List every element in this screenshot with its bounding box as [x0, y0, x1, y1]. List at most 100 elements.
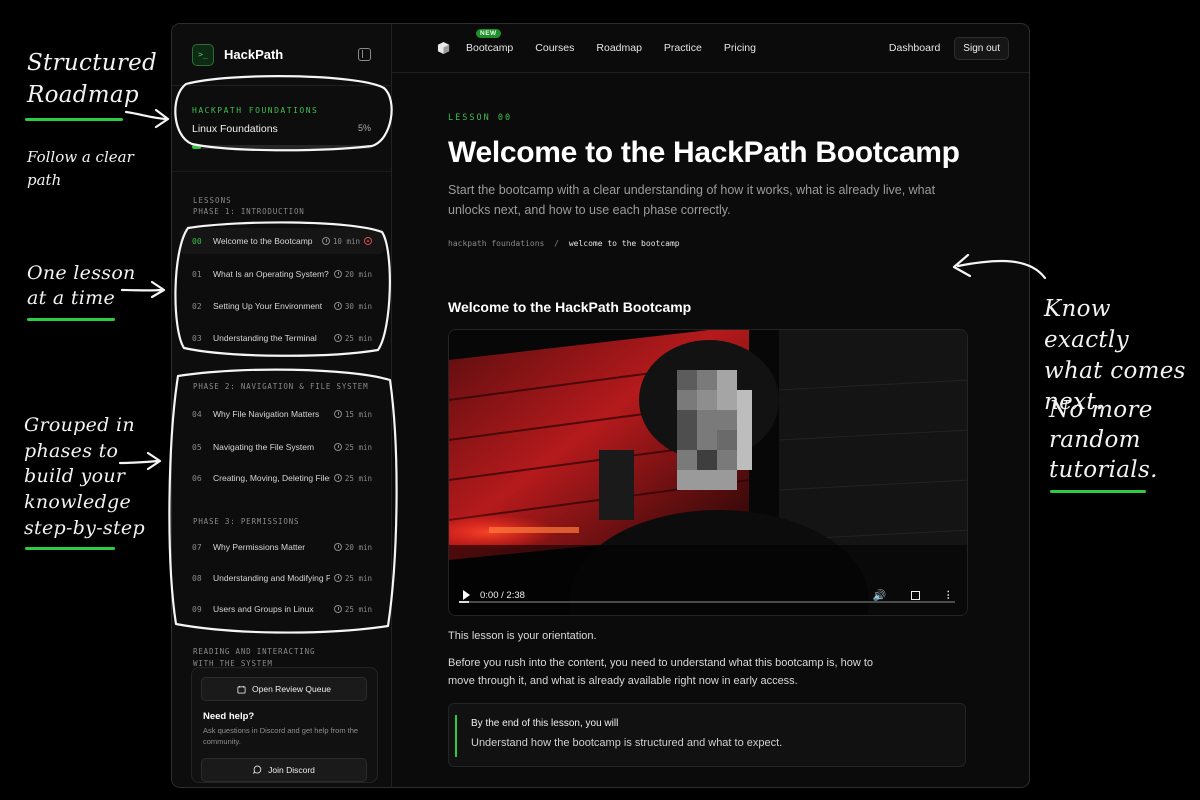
course-kicker: HACKPATH FOUNDATIONS	[192, 106, 319, 115]
in-progress-icon	[364, 237, 372, 245]
help-text: Ask questions in Discord and get help fr…	[203, 726, 359, 746]
nav-pricing[interactable]: Pricing	[724, 42, 756, 54]
clock-icon	[321, 237, 330, 245]
lesson-duration: 25 min	[333, 333, 372, 343]
lesson-item-02[interactable]: 02 Setting Up Your Environment 30 min	[180, 293, 384, 319]
video-player[interactable]: 0:00 / 2:38 🔊 ⋮	[448, 329, 968, 616]
annotation-structured-roadmap: Structured Roadmap	[27, 50, 157, 109]
sign-out-button[interactable]: Sign out	[954, 36, 1009, 60]
lesson-duration-text: 10 min	[332, 236, 360, 246]
annotation-line: Structured	[27, 50, 158, 76]
lesson-item-09[interactable]: 09 Users and Groups in Linux 25 min	[180, 596, 384, 622]
nav-dashboard[interactable]: Dashboard	[889, 42, 940, 54]
lesson-duration-text: 25 min	[344, 333, 372, 343]
brand-name: HackPath	[224, 47, 284, 62]
lesson-title: Users and Groups in Linux	[213, 604, 314, 614]
lesson-item-08[interactable]: 08 Understanding and Modifying Permissio…	[180, 565, 384, 591]
lesson-number: 06	[192, 473, 202, 483]
nav-practice[interactable]: Practice	[664, 42, 702, 54]
clock-icon	[333, 334, 342, 342]
lesson-number: 03	[192, 333, 202, 343]
annotation-line: No more	[1049, 397, 1153, 423]
outcome-title: By the end of this lesson, you will	[471, 718, 619, 729]
lesson-number: 00	[192, 236, 202, 246]
annotation-line: Grouped in	[24, 414, 135, 436]
video-progress-bar[interactable]	[459, 601, 955, 603]
course-name: Linux Foundations	[192, 123, 278, 135]
lesson-title: What Is an Operating System?	[213, 269, 329, 279]
clock-icon	[333, 605, 342, 613]
sidebar-toggle-icon[interactable]	[358, 48, 371, 61]
annotation-line: phases to	[24, 439, 119, 462]
clock-icon	[333, 574, 342, 582]
lesson-number: 01	[192, 269, 202, 279]
lesson-duration: 20 min	[333, 269, 372, 279]
lesson-item-04[interactable]: 04 Why File Navigation Matters 15 min	[180, 401, 384, 427]
top-nav: Bootcamp NEW Courses Roadmap Practice Pri…	[392, 24, 1029, 73]
new-badge: NEW	[476, 29, 501, 38]
lesson-duration-text: 20 min	[344, 269, 372, 279]
lesson-number: 05	[192, 442, 202, 452]
lesson-duration-text: 15 min	[344, 409, 372, 419]
lesson-title: Navigating the File System	[213, 442, 315, 452]
fullscreen-icon[interactable]	[910, 590, 920, 600]
annotation-line: what comes	[1044, 358, 1186, 385]
play-icon[interactable]	[463, 590, 470, 600]
lesson-item-00[interactable]: 00 Welcome to the Bootcamp 10 min	[180, 228, 384, 254]
nav-roadmap[interactable]: Roadmap	[596, 42, 642, 54]
lesson-outcome-callout: By the end of this lesson, you will Unde…	[448, 703, 966, 767]
breadcrumb-parent[interactable]: hackpath foundations	[448, 239, 544, 248]
nav-bootcamp[interactable]: Bootcamp NEW	[466, 29, 514, 54]
clock-icon	[333, 543, 342, 551]
arrow-roadmap	[124, 108, 170, 129]
lessons-heading: LESSONS	[193, 196, 232, 205]
video-heading: Welcome to the HackPath Bootcamp	[448, 299, 692, 315]
lesson-duration: 25 min	[333, 474, 372, 483]
sidebar: >_ HackPath HACKPATH FOUNDATIONS Linux F…	[172, 24, 392, 787]
page-title: Welcome to the HackPath Bootcamp	[448, 136, 960, 169]
lesson-duration: 30 min	[333, 302, 372, 311]
breadcrumb: hackpath foundations / welcome to the bo…	[448, 239, 978, 248]
annotation-no-random: No more random tutorials.	[1049, 396, 1158, 486]
annotation-underline	[1050, 490, 1146, 493]
join-discord-label: Join Discord	[268, 764, 315, 775]
annotation-grouped-phases: Grouped in phases to build your knowledg…	[24, 413, 145, 541]
lesson-paragraph: This lesson is your orientation.	[448, 630, 597, 642]
video-progress-fill	[459, 601, 469, 603]
lesson-duration-text: 25 min	[344, 442, 372, 452]
nav-courses[interactable]: Courses	[535, 42, 574, 54]
clock-icon	[333, 302, 342, 310]
lesson-subtitle: Start the bootcamp with a clear understa…	[448, 183, 936, 217]
help-title: Need help?	[203, 711, 255, 722]
annotation-line: build your	[24, 465, 126, 488]
review-queue-button[interactable]: Open Review Queue	[201, 677, 367, 701]
help-card: Open Review Queue Need help? Ask questio…	[191, 667, 378, 783]
lesson-item-03[interactable]: 03 Understanding the Terminal 25 min	[180, 325, 384, 351]
nav-bootcamp-label: Bootcamp	[466, 42, 514, 54]
annotation-underline	[27, 318, 115, 321]
lesson-title: Understanding the Terminal	[213, 333, 317, 343]
volume-icon[interactable]: 🔊	[873, 589, 887, 602]
course-progress-bar	[192, 145, 371, 149]
lesson-title: Creating, Moving, Deleting Files	[213, 473, 330, 483]
annotation-line: Know exactly	[1044, 296, 1129, 354]
logo-cube-icon[interactable]	[437, 41, 450, 55]
course-progress-card: HACKPATH FOUNDATIONS Linux Foundations 5…	[172, 86, 391, 172]
annotation-line: tutorials.	[1049, 456, 1158, 483]
brand-header: >_ HackPath	[172, 24, 391, 86]
lesson-duration: 15 min	[333, 409, 372, 419]
lesson-paragraph: Before you rush into the content, you ne…	[448, 657, 873, 688]
more-options-icon[interactable]: ⋮	[944, 590, 954, 601]
lesson-item-06[interactable]: 06 Creating, Moving, Deleting Files 25 m…	[180, 465, 384, 491]
annotation-line: Follow a clear	[27, 148, 134, 166]
breadcrumb-current: welcome to the bootcamp	[568, 239, 680, 248]
lesson-item-01[interactable]: 01 What Is an Operating System? 20 min	[180, 261, 384, 287]
lesson-item-05[interactable]: 05 Navigating the File System 25 min	[180, 434, 384, 460]
join-discord-button[interactable]: Join Discord	[201, 757, 367, 782]
annotation-line: path	[27, 171, 62, 190]
lesson-number: 02	[192, 301, 202, 311]
lesson-item-07[interactable]: 07 Why Permissions Matter 20 min	[180, 534, 384, 560]
chat-bubble-icon	[253, 765, 262, 775]
lesson-number: 09	[192, 604, 202, 614]
annotation-line: One lesson	[27, 262, 136, 284]
